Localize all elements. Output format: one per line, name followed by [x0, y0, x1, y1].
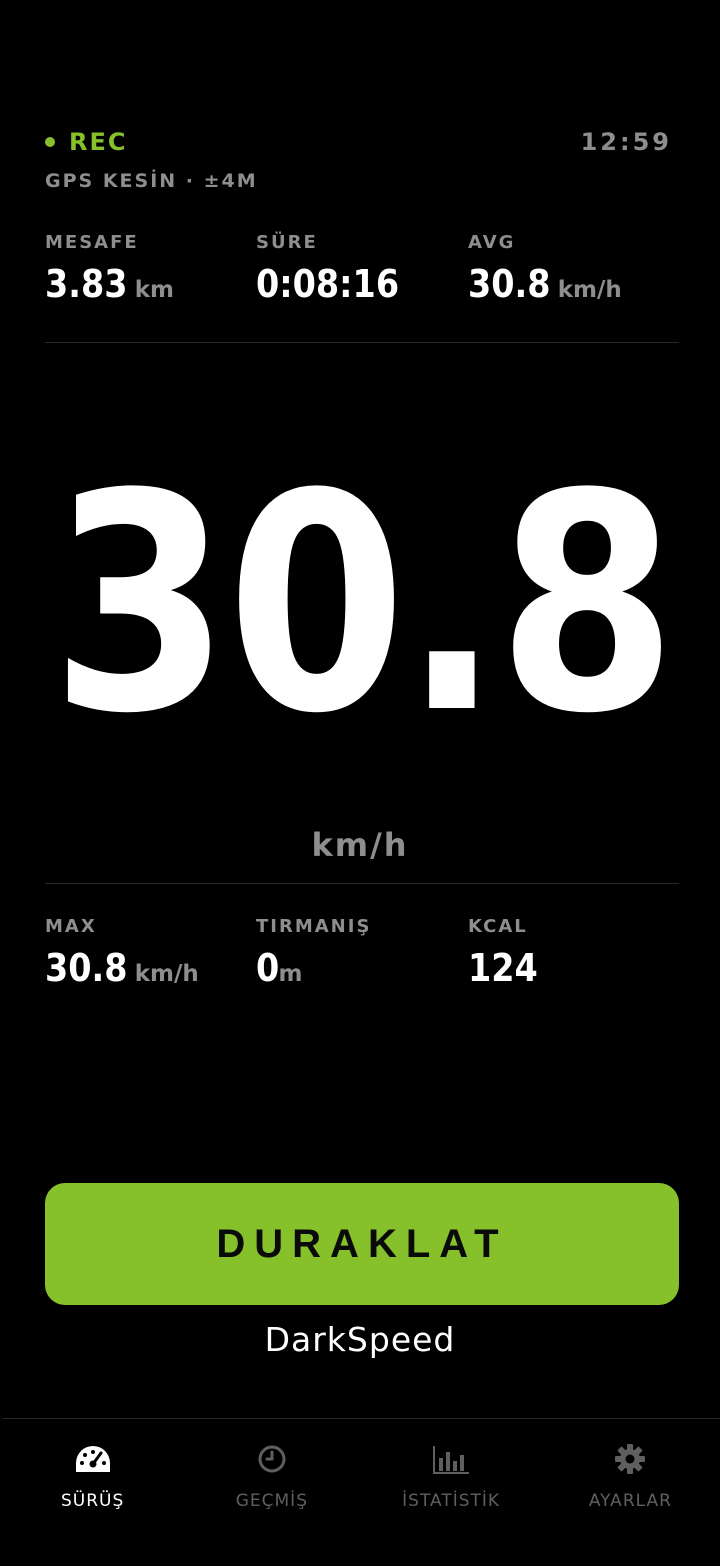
nav-label: İSTATİSTİK: [402, 1491, 501, 1511]
rec-dot-icon: [45, 137, 55, 147]
metric-value: 30.8: [45, 946, 128, 990]
metric-unit: km: [134, 277, 175, 303]
current-speed: 30.8: [0, 440, 720, 770]
bar-chart-icon: [431, 1439, 471, 1479]
metric-climb: TIRMANIŞ 0 m: [256, 916, 466, 990]
metric-average-speed: AVG 30.8 km/h: [468, 232, 678, 306]
metric-unit: km/h: [134, 961, 199, 987]
metric-value: 0:08:16: [256, 262, 400, 306]
rec-indicator: REC: [45, 128, 128, 156]
metric-value: 124: [468, 946, 538, 990]
divider-top: [45, 342, 679, 343]
speed-unit: km/h: [311, 826, 409, 864]
brand-name: DarkSpeed: [264, 1320, 456, 1359]
divider-bottom: [45, 883, 679, 884]
metric-duration: SÜRE 0:08:16: [256, 232, 466, 306]
metric-label: MAX: [45, 916, 97, 937]
metric-label: MESAFE: [45, 232, 139, 253]
rec-label: REC: [69, 128, 128, 156]
nav-item-statistics[interactable]: İSTATİSTİK: [362, 1419, 541, 1566]
bottom-nav: SÜRÜŞ GEÇMİŞ İSTATİSTİK AYARLAR: [3, 1418, 720, 1566]
gps-status: GPS KESİN · ±4M: [45, 170, 258, 192]
metric-label: SÜRE: [256, 232, 318, 253]
speedometer-icon: [73, 1439, 113, 1479]
metric-label: AVG: [468, 232, 516, 253]
metric-max-speed: MAX 30.8 km/h: [45, 916, 255, 990]
clock-icon: [252, 1439, 292, 1479]
nav-label: AYARLAR: [588, 1491, 672, 1511]
metric-unit: km/h: [557, 277, 622, 303]
metric-calories: KCAL 124: [468, 916, 678, 990]
metric-value: 30.8: [468, 262, 551, 306]
metric-label: KCAL: [468, 916, 528, 937]
pause-button[interactable]: DURAKLAT: [45, 1183, 679, 1305]
metric-label: TIRMANIŞ: [256, 916, 372, 937]
nav-item-settings[interactable]: AYARLAR: [541, 1419, 720, 1566]
current-speed-value: 30.8: [50, 430, 677, 779]
metric-unit: m: [278, 961, 303, 987]
clock-time: 12:59: [580, 128, 672, 156]
nav-label: SÜRÜŞ: [60, 1491, 125, 1511]
metric-distance: MESAFE 3.83 km: [45, 232, 255, 306]
nav-label: GEÇMİŞ: [235, 1491, 308, 1511]
metric-value: 3.83: [45, 262, 128, 306]
nav-item-ride[interactable]: SÜRÜŞ: [3, 1419, 182, 1566]
metric-value: 0: [256, 946, 280, 990]
nav-item-history[interactable]: GEÇMİŞ: [182, 1419, 361, 1566]
gear-icon: [610, 1439, 650, 1479]
